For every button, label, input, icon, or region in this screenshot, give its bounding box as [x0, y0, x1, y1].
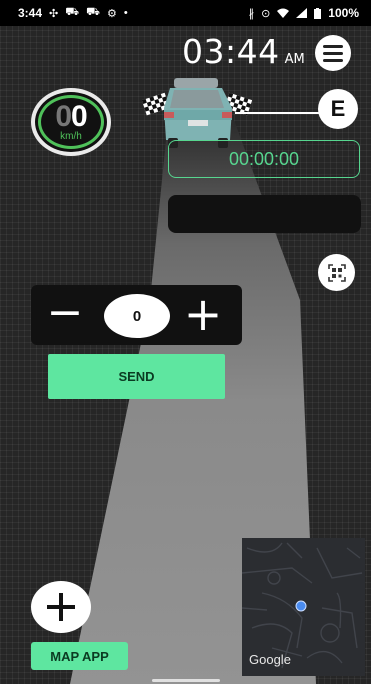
clock: 03:44 AM: [182, 32, 305, 71]
app-screen: 3:44 ✣ ⛟ ⛟ ⚙ • ∦ ⊙ 100% 03:44 AM 00 km/h: [0, 0, 371, 684]
menu-button[interactable]: [315, 35, 351, 71]
speed-ghost-digit: 0: [55, 99, 72, 133]
minimap[interactable]: Google: [242, 538, 365, 676]
message-display: [168, 195, 361, 233]
wifi-icon: [277, 8, 290, 18]
trip-progress-line: [235, 112, 321, 114]
clock-ampm: AM: [284, 52, 305, 67]
decrement-button[interactable]: −: [43, 291, 87, 337]
speed-unit: km/h: [60, 130, 82, 142]
google-logo: Google: [249, 652, 291, 667]
battery-icon: [314, 7, 322, 19]
trip-timer: 00:00:00: [168, 140, 360, 178]
qr-code-icon: [327, 263, 346, 282]
map-app-button[interactable]: MAP APP: [31, 642, 128, 670]
car-icon: ⛟: [86, 6, 100, 18]
car-icon: ⛟: [65, 6, 80, 18]
end-badge[interactable]: E: [318, 89, 358, 129]
speed-value: 00: [55, 99, 88, 133]
add-button[interactable]: [31, 581, 91, 633]
menu-icon-line: [323, 44, 343, 48]
clock-time: 03:44: [182, 32, 280, 71]
speedometer: 00 km/h: [31, 88, 111, 156]
status-time: 3:44: [18, 6, 43, 20]
gear-icon: ⚙: [106, 7, 117, 20]
location-icon: ⊙: [261, 7, 271, 20]
qr-scan-button[interactable]: [318, 254, 355, 291]
speed-digit: 0: [71, 99, 88, 133]
signal-icon: [296, 8, 308, 18]
speedometer-ring: 00 km/h: [38, 95, 104, 149]
dot-icon: •: [123, 7, 128, 19]
plus-icon: [47, 593, 75, 621]
bluetooth-icon: ∦: [248, 7, 255, 20]
home-indicator[interactable]: [152, 679, 220, 682]
grid-icon: ✣: [49, 7, 59, 20]
quantity-value: 0: [104, 294, 170, 338]
quantity-stepper: − 0 +: [31, 285, 242, 345]
send-button[interactable]: SEND: [48, 354, 225, 399]
battery-percent: 100%: [328, 6, 359, 20]
status-bar: 3:44 ✣ ⛟ ⛟ ⚙ • ∦ ⊙ 100%: [0, 0, 371, 26]
menu-icon-line: [323, 58, 343, 62]
increment-button[interactable]: +: [181, 291, 225, 337]
menu-icon-line: [323, 51, 343, 55]
